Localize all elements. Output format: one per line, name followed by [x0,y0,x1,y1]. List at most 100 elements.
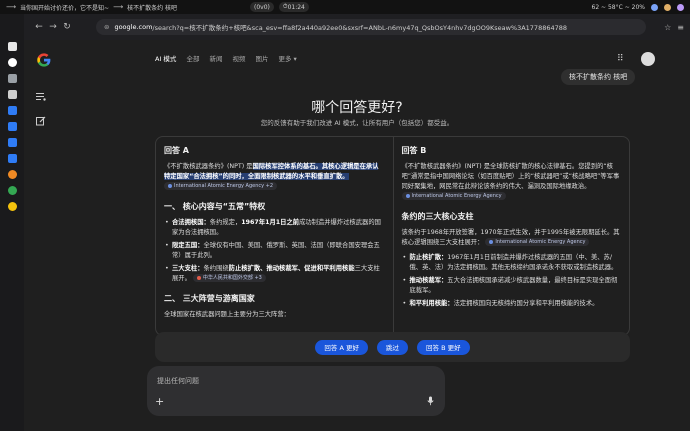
site-info-icon[interactable]: ⊜ [104,23,109,31]
menu-icon[interactable]: ≡ [677,23,684,32]
source-icon [405,194,410,198]
answer-b-section-1: 条约的三大核心支柱 [401,212,474,221]
address-bar[interactable]: ⊜ google.com/search?q=核不扩散条约+核吧&sca_esv=… [96,19,646,35]
list-item: 推动核裁军：五大合法拥核国承诺减少核武器数量，最终目标是实现全面彻底裁军。 [402,276,622,296]
workspace-indicator[interactable]: (0v0) [250,2,274,12]
answer-a-intro-prefix: 《不扩散核武器条约》(NPT) 是 [164,163,253,170]
source-chip[interactable]: 中华人民共和国外交部 +3 [192,274,266,282]
bullet-text: 全球仅有中国、美国、俄罗斯、英国、法国（即联合国安理会五常）属于此列。 [172,242,380,259]
bullet-text: 条约围绕 [203,265,229,272]
bullet-bold: 防止核扩散、推动核裁军、促进和平利用核能 [228,265,355,272]
network-icon[interactable] [651,3,658,11]
tab-all[interactable]: 全部 [186,53,199,63]
power-icon[interactable] [677,3,684,11]
url-domain: google.com [114,23,153,31]
bullet-text: 条约规定， [209,219,242,226]
answer-a-panel[interactable]: 回答 A 《不扩散核武器条约》(NPT) 是国际核军控体系的基石。其核心逻辑是在… [156,137,393,335]
list-item: 三大支柱：条约围绕防止核扩散、推动核裁军、促进和平利用核能三大支柱展开。 中华人… [164,264,385,284]
bullet-term: 三大支柱： [172,265,204,272]
folder-icon[interactable] [7,106,17,115]
answer-b-panel[interactable]: 回答 B 《不扩散核武器条约》(NPT) 是全球防核扩散的核心法律基石。您提到的… [392,137,630,335]
source-icon [168,184,172,188]
apps-grid-icon[interactable]: ⠿ [617,54,624,64]
feedback-title: 哪个回答更好? [311,100,403,116]
reload-icon[interactable]: ↻ [60,22,74,32]
answer-comparison: 回答 A 《不扩散核武器条约》(NPT) 是国际核军控体系的基石。其核心逻辑是在… [155,136,630,336]
microphone-icon[interactable] [427,396,434,406]
github-icon[interactable] [7,58,17,67]
list-item: 限定五国：全球仅有中国、美国、俄罗斯、英国、法国（即联合国安理会五常）属于此列。 [164,241,385,261]
source-chip[interactable]: International Atomic Energy Agency +2 [164,182,278,190]
source-chip-label: International Atomic Energy Agency [495,239,586,245]
answer-a-section-2-text: 全球国家在核武器问题上主要分为三大阵营： [164,311,290,318]
source-chip[interactable]: International Atomic Energy Agency [401,192,506,200]
tab-images[interactable]: 图片 [255,53,268,63]
search-page: AI 模式 全部 新闻 视频 图片 更多 ▾ ⠿ 核不扩散条约 核吧 哪个回答更… [24,40,690,431]
clock-label: 01:24 [287,3,305,11]
chrome-icon[interactable] [7,186,17,195]
back-icon[interactable]: ← [32,22,46,32]
answer-a-bullets: 合法拥核国：条约规定，1967年1月1日之前成功制造并爆炸过核武器的国家为合法拥… [164,218,385,284]
source-icon [196,276,201,280]
tab-videos[interactable]: 视频 [232,53,245,63]
answer-a-section-1: 一、 核心内容与“五常”特权 [164,202,266,211]
tab-news[interactable]: 新闻 [209,53,222,63]
ask-input[interactable] [157,375,427,387]
google-logo-icon[interactable] [36,52,52,68]
app-dock [0,14,24,431]
answer-b-intro-text: 《不扩散核武器条约》(NPT) 是全球防核扩散的核心法律基石。您提到的“核吧”通… [401,163,620,190]
system-bar: ⟶ 当你国开始讨价还价，它不是知~ ⟶ 核不扩散条约 核吧 (0v0) ⏱ 01… [0,0,690,14]
bullet-term: 和平利用核能： [409,300,454,307]
search-tabs: AI 模式 全部 新闻 视频 图片 更多 ▾ [155,53,297,63]
arrow-right-icon: ⟶ [113,3,124,11]
feedback-subtitle: 您的反馈有助于我们改进 AI 模式，让所有用户（包括您）都受益。 [260,119,454,127]
account-avatar[interactable] [641,52,655,66]
source-chip[interactable]: International Atomic Energy Agency [485,238,590,246]
answer-b-label: 回答 B [401,146,427,155]
user-query-bubble: 核不扩散条约 核吧 [561,69,636,85]
bullet-term: 防止核扩散： [409,254,448,261]
bullet-term: 合法拥核国： [172,219,210,226]
source-chip-label: 中华人民共和国外交部 +3 [202,275,262,281]
list-item: 合法拥核国：条约规定，1967年1月1日之前成功制造并爆炸过核武器的国家为合法拥… [164,218,385,238]
app-icon[interactable] [7,202,17,211]
system-stats: 62 ~ 58°C ~ 20% [591,3,645,11]
answer-a-section-2: 二、 三大阵营与游离国家 [164,294,255,303]
answer-b-better-button[interactable]: 回答 B 更好 [417,339,470,355]
source-chip-label: International Atomic Energy Agency +2 [174,183,274,189]
terminal-icon[interactable] [7,90,17,99]
files-icon[interactable] [7,42,17,51]
answer-b-intro: 《不扩散核武器条约》(NPT) 是全球防核扩散的核心法律基石。您提到的“核吧”通… [401,162,622,202]
folder-icon[interactable] [7,122,17,131]
clock: ⏱ 01:24 [278,2,309,12]
forward-icon[interactable]: → [46,22,60,32]
firefox-icon[interactable] [7,170,17,179]
tab-more[interactable]: 更多 ▾ [278,53,296,63]
active-window-title[interactable]: 核不扩散条约 核吧 [127,3,177,12]
answer-a-better-button[interactable]: 回答 A 更好 [315,339,368,355]
arrow-right-icon: ⟶ [6,3,17,11]
source-icon [489,240,494,244]
battery-icon[interactable] [664,3,671,11]
bullet-text: 法定拥核国向无核缔约国分享和平利用核能的技术。 [453,300,599,307]
add-attachment-icon[interactable]: + [155,395,164,408]
answer-a-intro: 《不扩散核武器条约》(NPT) 是国际核军控体系的基石。其核心逻辑是在承认特定国… [164,162,385,192]
folder-icon[interactable] [7,154,17,163]
list-item: 防止核扩散：1967年1月1日前制造并爆炸过核武器的五国（中、美、苏/俄、英、法… [402,253,622,273]
list-item: 和平利用核能：法定拥核国向无核缔约国分享和平利用核能的技术。 [402,299,622,309]
skip-button[interactable]: 跳过 [377,339,408,355]
feedback-choice-bar: 回答 A 更好 跳过 回答 B 更好 [155,332,630,362]
notes-icon[interactable] [7,74,17,83]
ask-box: + [147,366,445,416]
source-chip-label: International Atomic Energy Agency [411,193,502,199]
star-icon[interactable]: ☆ [664,23,671,32]
bullet-term: 限定五国： [172,242,204,249]
tab-ai-mode[interactable]: AI 模式 [155,53,176,63]
answer-b-bullets: 防止核扩散：1967年1月1日前制造并爆炸过核武器的五国（中、美、苏/俄、英、法… [402,253,622,309]
answer-b-section-1-text: 该条约于1968年开放签署，1970年正式生效，并于1995年被无限期延长。其核… [402,228,622,248]
browser-toolbar: ← → ↻ ⊜ google.com/search?q=核不扩散条约+核吧&sc… [24,14,690,40]
bullet-bold: 1967年1月1日之前 [241,219,300,226]
bullet-term: 推动核裁军： [409,277,448,284]
window-title[interactable]: 当你国开始讨价还价，它不是知~ [20,3,109,12]
folder-icon[interactable] [7,138,17,147]
